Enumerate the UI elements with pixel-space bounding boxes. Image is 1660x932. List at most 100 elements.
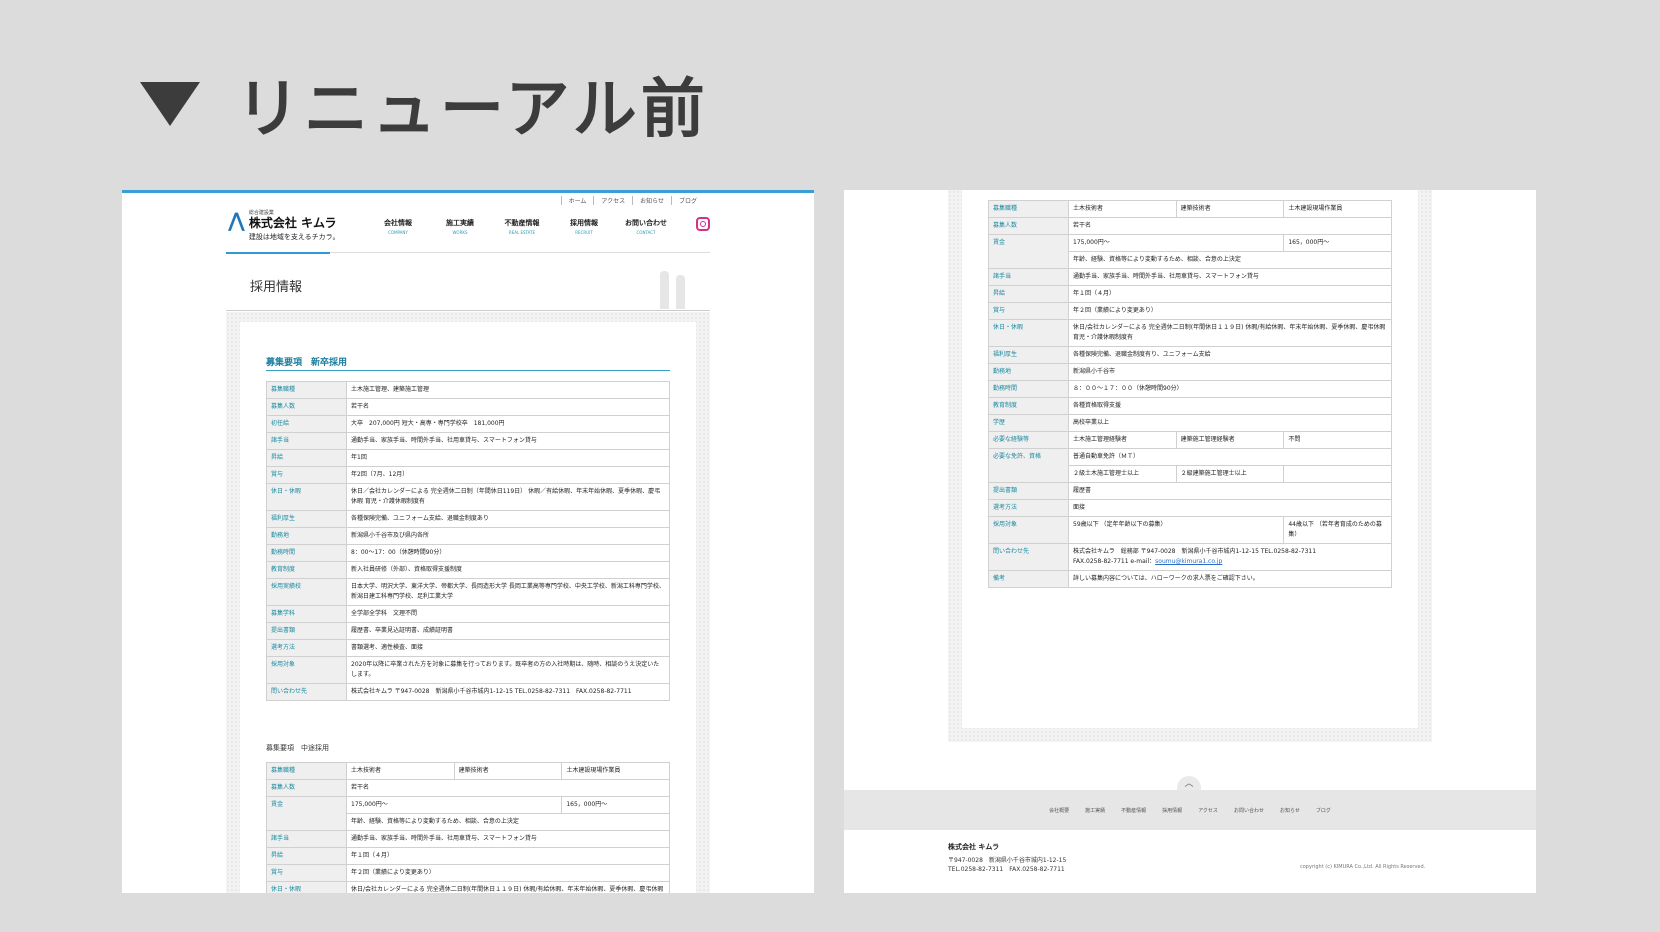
- before-page-top-screenshot: ホーム アクセス お知らせ ブログ ⋀ 総合建設業 株式会社 キムラ 建設は地域…: [122, 190, 814, 893]
- row-key: 諸手当: [266, 830, 347, 848]
- table-row: 募集職種 土木技術者 建築技術者 土木建設現場作業員: [988, 200, 1392, 218]
- row-key: 勤務地: [988, 363, 1069, 381]
- row-value: 普通自動車免許（ＭＴ）: [1068, 448, 1392, 466]
- table-row: 採用実績校 日本大学、明沢大学、東洋大学、帝都大学、長岡造形大学 長岡工業高等専門…: [266, 578, 670, 606]
- table-row: 諸手当 通勤手当、家族手当、時間外手当、社用車貸与、スマートフォン貸与: [266, 830, 670, 848]
- row-value: 各種資格取得支援: [1068, 397, 1392, 415]
- row-value: 新入社員研修（外部）、資格取得支援制度: [346, 561, 670, 579]
- table-row: 初任給 大卒 207,000円 短大・高専・専門学校卒 181,000円: [266, 415, 670, 433]
- site-logo[interactable]: ⋀ 総合建設業 株式会社 キムラ 建設は地域を支えるチカラ。: [228, 210, 340, 242]
- table-row: 昇給 年１回（４月）: [266, 847, 670, 865]
- row-value: 2020年以降に卒業された方を対象に募集を行っております。既卒者の方の入社時期は…: [346, 656, 670, 684]
- nav-contact-label: お問い合わせ: [625, 219, 667, 227]
- row-value: 年２回（業績により変更あり）: [346, 864, 670, 882]
- row-value: 土木建設現場作業員: [561, 762, 670, 780]
- table-row: 募集学科 全学部全学科 文理不問: [266, 605, 670, 623]
- row-value: 年齢、経験、資格等により変動するため、相談、合意の上決定: [1068, 251, 1392, 269]
- nav-contact-en: CONTACT: [636, 230, 656, 235]
- table-row: 昇給 年１回（４月）: [988, 285, 1392, 303]
- logo-name: 株式会社 キムラ: [248, 216, 337, 230]
- table-row: 賞与 年2回（7月、12月）: [266, 466, 670, 484]
- row-value: [1283, 465, 1392, 483]
- row-key: 賞与: [988, 302, 1069, 320]
- row-value: 書類選考、適性検査、面接: [346, 639, 670, 657]
- mid-career-heading: 募集要項 中途採用: [266, 744, 329, 752]
- row-value: 165，000円〜: [1283, 234, 1392, 252]
- footer-nav-link[interactable]: 会社概要: [1049, 807, 1069, 814]
- row-value: 若干名: [346, 398, 670, 416]
- table-row: 勤務時間 ８：００〜１７：００（休憩時間90分）: [988, 380, 1392, 398]
- row-value: 175,000円〜: [345, 796, 563, 814]
- row-value: 165，000円〜: [561, 796, 670, 814]
- table-row: 賞与 年２回（業績により変更あり）: [988, 302, 1392, 320]
- table-row: 募集人数 若干名: [988, 217, 1392, 235]
- footer-nav-link[interactable]: お知らせ: [1280, 807, 1300, 814]
- instagram-icon[interactable]: [696, 217, 710, 231]
- footer-nav-link[interactable]: 施工実績: [1085, 807, 1105, 814]
- table-row: 諸手当 通勤手当、家族手当、時間外手当、社用車貸与、スマートフォン貸与: [266, 432, 670, 450]
- row-key: 初任給: [266, 415, 347, 433]
- row-value: 建築施工管理経験者: [1175, 431, 1285, 449]
- email-link[interactable]: soumu@kimura1.co.jp: [1155, 558, 1222, 565]
- row-value: 履歴書: [1068, 482, 1392, 500]
- contact-line-2: FAX.0258-82-7711 e-mail：soumu@kimura1.co…: [1073, 557, 1387, 567]
- row-value: 株式会社キムラ 〒947-0028 新潟県小千谷市城内1-12-15 TEL.0…: [346, 683, 670, 701]
- utility-link-home[interactable]: ホーム: [560, 196, 594, 205]
- nav-works-label: 施工実績: [446, 219, 474, 227]
- footer-nav-link[interactable]: ブログ: [1316, 807, 1331, 814]
- row-value: 建築技術者: [1175, 200, 1285, 218]
- page-title: 採用情報: [250, 280, 303, 295]
- row-value: ２級建築施工管理士以上: [1175, 465, 1285, 483]
- footer-nav-link[interactable]: アクセス: [1198, 807, 1218, 814]
- row-value: 新潟県小千谷市及び県内各所: [346, 527, 670, 545]
- footer-nav-link[interactable]: 不動産情報: [1121, 807, 1146, 814]
- utility-nav: ホーム アクセス お知らせ ブログ: [560, 196, 704, 205]
- row-value: 通勤手当、家族手当、時間外手当、社用車貸与、スマートフォン貸与: [1068, 268, 1392, 286]
- row-key: 募集職種: [988, 200, 1069, 218]
- nav-works[interactable]: 施工実績 WORKS: [429, 218, 491, 235]
- section-heading: リニューアル前: [140, 64, 709, 147]
- row-key: 諸手当: [266, 432, 347, 450]
- row-value: 全学部全学科 文理不問: [346, 605, 670, 623]
- table-row: 教育制度 新入社員研修（外部）、資格取得支援制度: [266, 561, 670, 579]
- table-row: 必要な経験等 土木施工管理経験者 建築施工管理経験者 不問: [988, 431, 1392, 449]
- footer-nav-link[interactable]: お問い合わせ: [1234, 807, 1264, 814]
- row-key: 賞与: [266, 466, 347, 484]
- row-value: 若干名: [346, 779, 670, 797]
- row-key: 募集人数: [266, 398, 347, 416]
- row-key: 勤務時間: [988, 380, 1069, 398]
- utility-link-access[interactable]: アクセス: [593, 196, 632, 205]
- row-value: 175,000円〜: [1067, 234, 1285, 252]
- table-row: 提出書類 履歴書: [988, 482, 1392, 500]
- before-page-bottom-screenshot: 募集職種 土木技術者 建築技術者 土木建設現場作業員 募集人数 若干名 賃金 1…: [844, 190, 1536, 893]
- table-row: 提出書類 履歴書、卒業見込証明書、成績証明書: [266, 622, 670, 640]
- row-value: 建築技術者: [453, 762, 563, 780]
- row-value: 株式会社キムラ 総務部 〒947-0028 新潟県小千谷市城内1-12-15 T…: [1068, 543, 1392, 571]
- nav-recruit[interactable]: 採用情報 RECRUIT: [553, 218, 615, 235]
- row-value: 年齢、経験、資格等により変動するため、相談、合意の上決定: [346, 813, 670, 831]
- row-key: 募集職種: [266, 762, 347, 780]
- table-row: 福利厚生 各種保険完備、退職金制度有り、ユニフォーム支給: [988, 346, 1392, 364]
- row-value: 年１回（４月）: [1068, 285, 1392, 303]
- new-grad-table: 募集職種 土木施工管理、建築施工管理 募集人数 若干名 初任給 大卒 207,000円 短…: [266, 381, 670, 701]
- nav-contact[interactable]: お問い合わせ CONTACT: [615, 218, 677, 235]
- footer-company: 株式会社 キムラ: [948, 843, 1000, 851]
- footer-copyright: copyright (c) KIMURA Co.,Ltd. All Rights…: [1300, 864, 1426, 870]
- utility-link-news[interactable]: お知らせ: [632, 196, 671, 205]
- row-value: 土木施工管理経験者: [1068, 431, 1177, 449]
- nav-company[interactable]: 会社情報 COMPANY: [367, 218, 429, 235]
- row-value: 土木技術者: [1068, 200, 1177, 218]
- nav-recruit-en: RECRUIT: [575, 230, 593, 235]
- footer-nav-link[interactable]: 採用情報: [1162, 807, 1182, 814]
- row-key: 募集職種: [266, 381, 347, 399]
- nav-real-estate[interactable]: 不動産情報 REAL ESTATE: [491, 218, 553, 235]
- row-key: 勤務時間: [266, 544, 347, 562]
- nav-works-en: WORKS: [452, 230, 468, 235]
- row-key: 採用対象: [266, 656, 347, 684]
- page-top-button[interactable]: ︿: [1177, 776, 1201, 790]
- row-value: 高校卒業以上: [1068, 414, 1392, 432]
- row-key: 備考: [988, 570, 1069, 588]
- row-value: 年1回: [346, 449, 670, 467]
- utility-link-blog[interactable]: ブログ: [670, 196, 704, 205]
- row-key: 募集学科: [266, 605, 347, 623]
